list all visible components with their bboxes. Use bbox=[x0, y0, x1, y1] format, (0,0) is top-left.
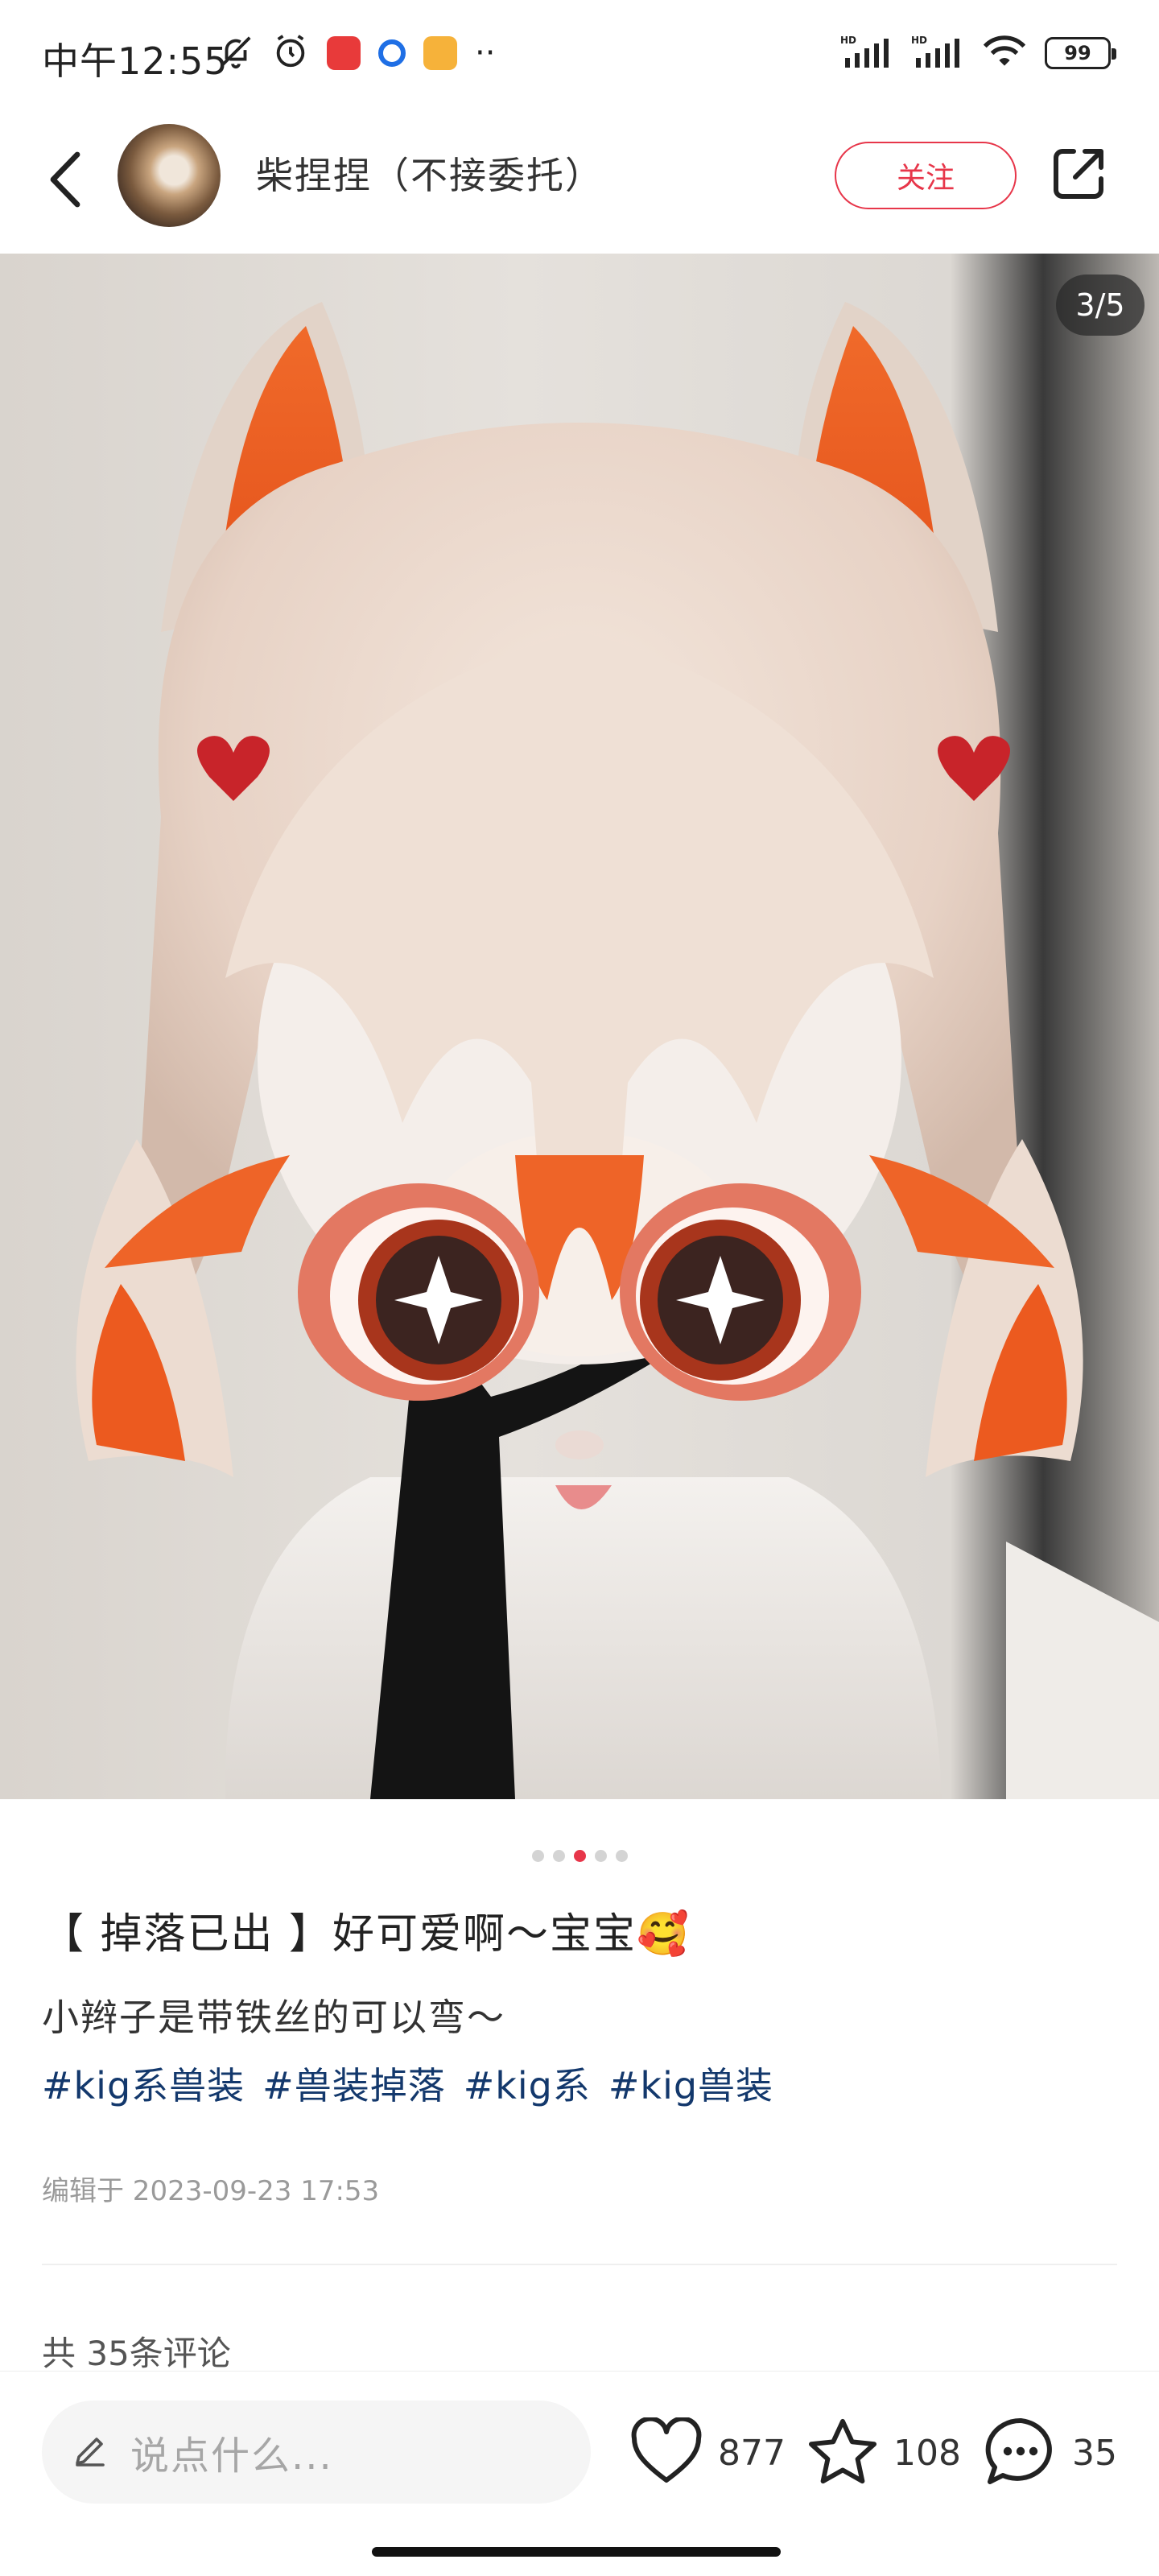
status-bar: 中午12:55 ·· HD HD 99 bbox=[0, 0, 1159, 105]
comment-icon bbox=[984, 2416, 1058, 2490]
app-notification-icon bbox=[378, 39, 406, 67]
like-button[interactable]: 877 bbox=[629, 2416, 786, 2489]
post-title: 【 掉落已出 】好可爱啊～宝宝🥰 bbox=[42, 1910, 691, 1959]
follow-button[interactable]: 关注 bbox=[835, 142, 1017, 209]
svg-text:HD: HD bbox=[911, 35, 927, 46]
carousel-dots bbox=[0, 1850, 1159, 1862]
comment-button[interactable]: 35 bbox=[984, 2417, 1117, 2489]
comment-count: 35 bbox=[1072, 2432, 1117, 2474]
status-icons-left: ·· bbox=[217, 29, 495, 77]
share-button[interactable] bbox=[1046, 142, 1111, 209]
comment-placeholder: 说点什么... bbox=[130, 2434, 333, 2479]
author-avatar[interactable] bbox=[118, 124, 221, 227]
heart-icon bbox=[629, 2416, 703, 2488]
bell-off-icon bbox=[217, 33, 254, 73]
hashtag-link[interactable]: #兽装掉落 bbox=[262, 2057, 446, 2110]
bottom-action-bar: 说点什么... 877 108 35 bbox=[0, 2371, 1159, 2576]
svg-text:HD: HD bbox=[840, 35, 856, 46]
like-count: 877 bbox=[718, 2432, 786, 2474]
app-notification-icon bbox=[327, 36, 361, 70]
back-icon bbox=[47, 151, 82, 211]
post-description: 小辫子是带铁丝的可以弯～ bbox=[42, 1996, 505, 2039]
back-button[interactable] bbox=[32, 145, 97, 217]
more-notifications-icon: ·· bbox=[475, 35, 496, 72]
status-time: 中午12:55 bbox=[42, 39, 229, 83]
post-header: 柴捏捏（不接委托） 关注 bbox=[0, 105, 1159, 254]
comment-input[interactable]: 说点什么... bbox=[42, 2401, 591, 2504]
carousel-dot[interactable] bbox=[531, 1850, 544, 1862]
signal-icon: HD bbox=[840, 34, 893, 72]
battery-icon: 99 bbox=[1045, 37, 1116, 69]
carousel-dot-active[interactable] bbox=[573, 1850, 586, 1862]
hashtag-link[interactable]: #kig系兽装 bbox=[42, 2057, 245, 2110]
star-icon bbox=[806, 2417, 879, 2489]
wifi-icon bbox=[982, 34, 1027, 72]
edit-timestamp: 编辑于 2023-09-23 17:53 bbox=[42, 2175, 380, 2207]
post-image[interactable]: 3/5 bbox=[0, 254, 1159, 1799]
hashtag-link[interactable]: #kig系 bbox=[464, 2057, 591, 2110]
author-name[interactable]: 柴捏捏（不接委托） bbox=[256, 147, 604, 200]
home-indicator[interactable] bbox=[372, 2547, 781, 2557]
collect-count: 108 bbox=[893, 2432, 961, 2474]
image-page-indicator: 3/5 bbox=[1056, 275, 1145, 336]
app-notification-icon bbox=[423, 36, 457, 70]
collect-button[interactable]: 108 bbox=[806, 2417, 961, 2489]
alarm-icon bbox=[272, 33, 309, 73]
share-icon bbox=[1050, 145, 1107, 206]
carousel-dot[interactable] bbox=[594, 1850, 607, 1862]
carousel-dot[interactable] bbox=[552, 1850, 565, 1862]
post-tags: #kig系兽装 #兽装掉落 #kig系 #kig兽装 bbox=[42, 2057, 773, 2110]
signal-icon: HD bbox=[911, 34, 964, 72]
divider bbox=[42, 2264, 1117, 2265]
carousel-dot[interactable] bbox=[615, 1850, 628, 1862]
fursuit-head-photo bbox=[76, 302, 1159, 1799]
comment-count-label: 共 35条评论 bbox=[42, 2334, 231, 2373]
edit-icon bbox=[71, 2431, 109, 2473]
hashtag-link[interactable]: #kig兽装 bbox=[608, 2057, 773, 2110]
status-icons-right: HD HD 99 bbox=[840, 29, 1116, 77]
